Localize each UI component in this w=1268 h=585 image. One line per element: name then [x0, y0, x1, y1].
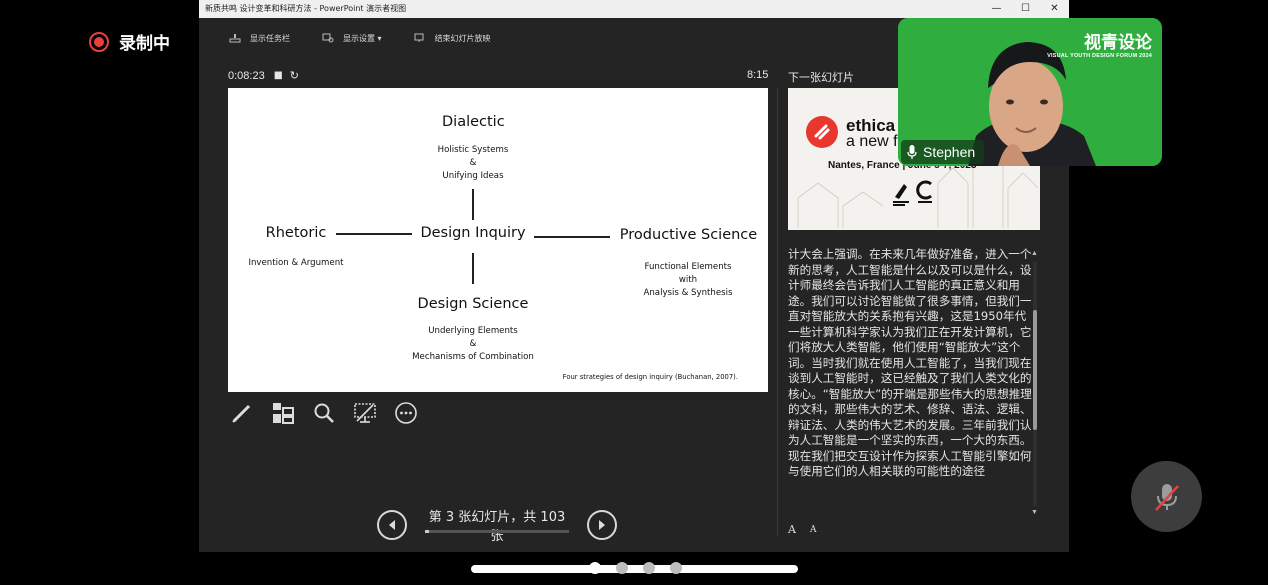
slide-dialectic: Dialectic — [442, 114, 505, 130]
more-icon[interactable] — [392, 400, 419, 426]
notes-font-controls: A A — [788, 523, 816, 536]
record-icon — [89, 31, 109, 52]
reset-timer-icon[interactable]: ↻ — [290, 69, 299, 82]
show-taskbar-label: 显示任务栏 — [250, 33, 290, 43]
slide-design-science-sub3: Mechanisms of Combination — [412, 352, 534, 362]
slide-productive-sub3: Analysis & Synthesis — [643, 288, 733, 298]
participant-name: Stephen — [923, 144, 976, 160]
pen-icon[interactable] — [228, 400, 255, 426]
slide-productive-sub1: Functional Elements — [644, 262, 732, 272]
previous-arrow-icon — [389, 520, 395, 530]
next-slide-label: 下一张幻灯片 — [788, 71, 854, 84]
previous-slide-button[interactable] — [377, 510, 407, 540]
display-settings-label: 显示设置 ▾ — [343, 33, 382, 43]
scroll-thumb[interactable] — [1033, 310, 1037, 430]
slide-design-science-sub1: Underlying Elements — [428, 326, 518, 336]
connector-left — [336, 233, 412, 235]
slide-rhetoric-sub: Invention & Argument — [248, 258, 344, 268]
slide-rhetoric: Rhetoric — [265, 225, 327, 241]
elapsed-time: 0:08:23 — [228, 69, 265, 82]
ethica-logo-icon — [806, 116, 838, 148]
speaker-notes[interactable]: 计大会上强调。在未来几年做好准备，进入一个新的思考，人工智能是什么以及可以是什么… — [788, 247, 1034, 515]
connector-bottom — [472, 253, 474, 284]
recording-indicator[interactable]: 录制中 — [89, 29, 170, 54]
page-dot[interactable] — [616, 562, 628, 574]
window-title: 新质共鸣 设计变革和科研方法 - PowerPoint 演示者视图 — [205, 4, 407, 13]
maximize-button[interactable]: ☐ — [1011, 0, 1040, 18]
slide-design-science-sub2: & — [469, 339, 477, 349]
slide-progress-fill — [425, 530, 430, 533]
show-taskbar-button[interactable]: 显示任务栏 — [229, 33, 290, 44]
forum-logo: 视青设论 VISUAL YOUTH DESIGN FORUM 2024 — [1047, 28, 1152, 59]
participant-tag: Stephen — [901, 140, 985, 164]
display-settings-icon — [322, 33, 334, 43]
page-dot[interactable] — [589, 562, 601, 574]
page-dot[interactable] — [643, 562, 655, 574]
scroll-down-icon[interactable]: ▼ — [1031, 509, 1038, 516]
minimize-button[interactable]: — — [982, 0, 1011, 18]
black-screen-icon[interactable] — [351, 400, 378, 426]
slide-tools — [228, 400, 419, 426]
slide-dialectic-sub2: & — [469, 158, 477, 168]
page-dot[interactable] — [670, 562, 682, 574]
screen: 录制中 新质共鸣 设计变革和科研方法 - PowerPoint 演示者视图 — … — [0, 0, 1268, 585]
scroll-up-icon[interactable]: ▲ — [1031, 250, 1038, 257]
slide-navigation: 第 3 张幻灯片，共 103 张 — [377, 506, 617, 544]
end-show-icon — [414, 33, 424, 42]
window-controls: — ☐ ✕ — [982, 0, 1069, 18]
next-slide-button[interactable] — [587, 510, 617, 540]
display-settings-button[interactable]: 显示设置 ▾ — [322, 33, 382, 44]
end-show-button[interactable]: 结束幻灯片放映 — [414, 33, 491, 44]
close-button[interactable]: ✕ — [1040, 0, 1069, 18]
forum-logo-cn: 视青设论 — [1084, 33, 1152, 53]
end-show-label: 结束幻灯片放映 — [434, 33, 491, 43]
slide-citation: Four strategies of design inquiry (Bucha… — [562, 373, 738, 381]
pane-divider[interactable] — [777, 88, 778, 536]
slide-counter[interactable]: 第 3 张幻灯片，共 103 张 — [425, 506, 569, 544]
timer: 0:08:23 ▮▮ ↻ — [228, 69, 299, 83]
zoom-icon[interactable] — [310, 400, 337, 426]
slide-design-science: Design Science — [417, 296, 529, 312]
sponsor-logo-2-icon — [916, 180, 932, 203]
taskbar-icon — [229, 34, 241, 43]
recording-label: 录制中 — [119, 34, 170, 54]
webcam-overlay[interactable]: 视青设论 VISUAL YOUTH DESIGN FORUM 2024 Step… — [898, 18, 1162, 166]
sponsor-logo-1-icon — [893, 184, 909, 206]
next-slide-subtitle: a new f — [846, 133, 898, 150]
increase-font-button[interactable]: A — [788, 523, 796, 536]
slide-progress — [425, 530, 569, 533]
slide-productive-sub2: with — [678, 275, 698, 285]
next-arrow-icon — [599, 520, 605, 530]
slide-design-inquiry: Design Inquiry — [420, 225, 526, 241]
slides-grid-icon[interactable] — [269, 400, 296, 426]
connector-top — [472, 189, 474, 220]
page-dots — [589, 562, 682, 574]
connector-right — [534, 236, 610, 238]
title-bar: 新质共鸣 设计变革和科研方法 - PowerPoint 演示者视图 — ☐ ✕ — [199, 0, 1069, 18]
clock: 8:15 — [747, 69, 769, 81]
pause-icon[interactable]: ▮▮ — [274, 70, 283, 81]
slide-dialectic-sub3: Unifying Ideas — [442, 171, 504, 181]
microphone-icon — [907, 144, 917, 159]
forum-logo-en: VISUAL YOUTH DESIGN FORUM 2024 — [1047, 53, 1152, 59]
slide-productive: Productive Science — [619, 227, 758, 243]
current-slide[interactable]: Dialectic Holistic Systems & Unifying Id… — [228, 88, 768, 392]
slide-dialectic-sub1: Holistic Systems — [437, 145, 509, 155]
mute-microphone-button[interactable] — [1131, 461, 1202, 532]
notes-scrollbar[interactable]: ▲ ▼ — [1030, 250, 1040, 516]
decrease-font-button[interactable]: A — [810, 523, 817, 536]
mic-muted-icon — [1154, 483, 1179, 511]
